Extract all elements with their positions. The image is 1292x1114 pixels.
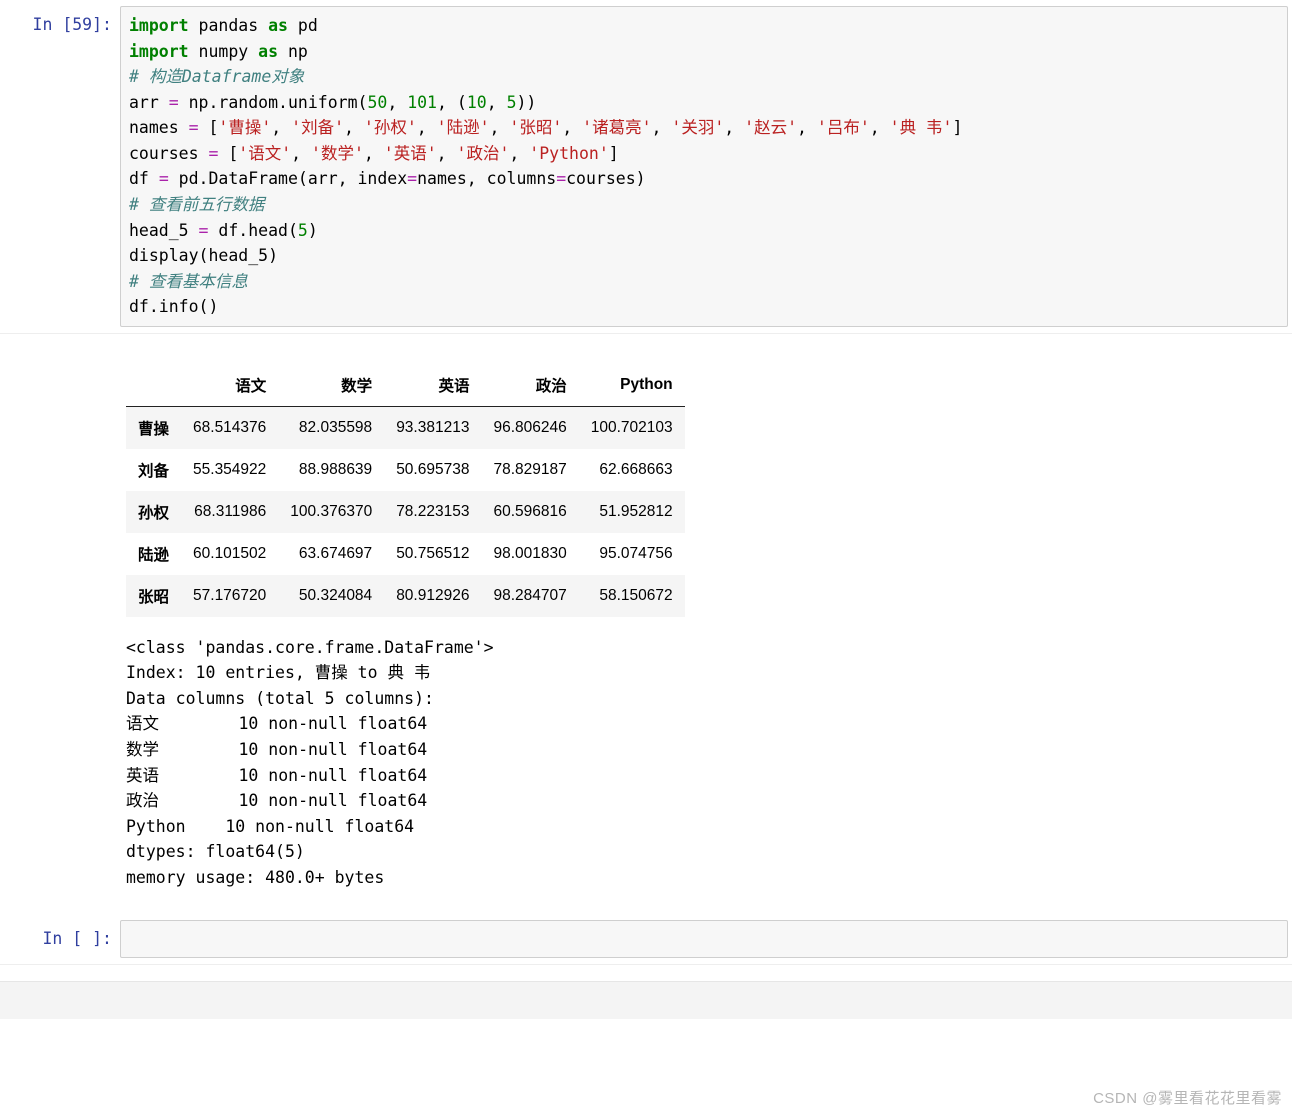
col-header: 政治 <box>481 364 578 407</box>
table-cell: 93.381213 <box>384 406 481 449</box>
row-index: 曹操 <box>126 406 181 449</box>
row-index: 孙权 <box>126 491 181 533</box>
table-cell: 62.668663 <box>579 449 685 491</box>
dataframe-table: 语文 数学 英语 政治 Python 曹操 68.514376 82.03559… <box>126 364 685 617</box>
row-index: 刘备 <box>126 449 181 491</box>
input-prompt: In [59]: <box>0 6 120 327</box>
col-header: 语文 <box>181 364 278 407</box>
table-cell: 80.912926 <box>384 575 481 617</box>
table-row: 刘备 55.354922 88.988639 50.695738 78.8291… <box>126 449 685 491</box>
code-input-area[interactable] <box>120 920 1288 958</box>
table-row: 孙权 68.311986 100.376370 78.223153 60.596… <box>126 491 685 533</box>
table-cell: 57.176720 <box>181 575 278 617</box>
col-header: 英语 <box>384 364 481 407</box>
code-input-area[interactable]: import pandas as pd import numpy as np #… <box>120 6 1288 327</box>
input-prompt: In [ ]: <box>0 920 120 958</box>
table-cell: 60.596816 <box>481 491 578 533</box>
table-cell: 98.284707 <box>481 575 578 617</box>
code-cell-empty: In [ ]: <box>0 920 1288 958</box>
table-cell: 82.035598 <box>278 406 384 449</box>
table-row: 张昭 57.176720 50.324084 80.912926 98.2847… <box>126 575 685 617</box>
table-cell: 50.756512 <box>384 533 481 575</box>
table-cell: 58.150672 <box>579 575 685 617</box>
table-cell: 60.101502 <box>181 533 278 575</box>
table-cell: 95.074756 <box>579 533 685 575</box>
code-content[interactable]: import pandas as pd import numpy as np #… <box>129 13 1279 320</box>
table-row: 曹操 68.514376 82.035598 93.381213 96.8062… <box>126 406 685 449</box>
watermark: CSDN @雾里看花花里看雾 <box>1093 1087 1282 1108</box>
table-cell: 78.223153 <box>384 491 481 533</box>
table-header-row: 语文 数学 英语 政治 Python <box>126 364 685 407</box>
table-cell: 100.702103 <box>579 406 685 449</box>
table-cell: 98.001830 <box>481 533 578 575</box>
table-cell: 88.988639 <box>278 449 384 491</box>
df-info-output: <class 'pandas.core.frame.DataFrame'> In… <box>120 627 1292 915</box>
table-cell: 100.376370 <box>278 491 384 533</box>
row-index: 张昭 <box>126 575 181 617</box>
cell-output: 语文 数学 英语 政治 Python 曹操 68.514376 82.03559… <box>0 364 1292 915</box>
table-cell: 96.806246 <box>481 406 578 449</box>
table-cell: 55.354922 <box>181 449 278 491</box>
corner-cell <box>126 364 181 407</box>
col-header: 数学 <box>278 364 384 407</box>
table-cell: 78.829187 <box>481 449 578 491</box>
table-cell: 50.324084 <box>278 575 384 617</box>
bottom-bar <box>0 981 1292 1019</box>
table-cell: 68.514376 <box>181 406 278 449</box>
table-cell: 51.952812 <box>579 491 685 533</box>
col-header: Python <box>579 364 685 407</box>
table-cell: 68.311986 <box>181 491 278 533</box>
row-index: 陆逊 <box>126 533 181 575</box>
table-cell: 50.695738 <box>384 449 481 491</box>
table-row: 陆逊 60.101502 63.674697 50.756512 98.0018… <box>126 533 685 575</box>
table-cell: 63.674697 <box>278 533 384 575</box>
code-cell-59: In [59]: import pandas as pd import nump… <box>0 6 1288 327</box>
